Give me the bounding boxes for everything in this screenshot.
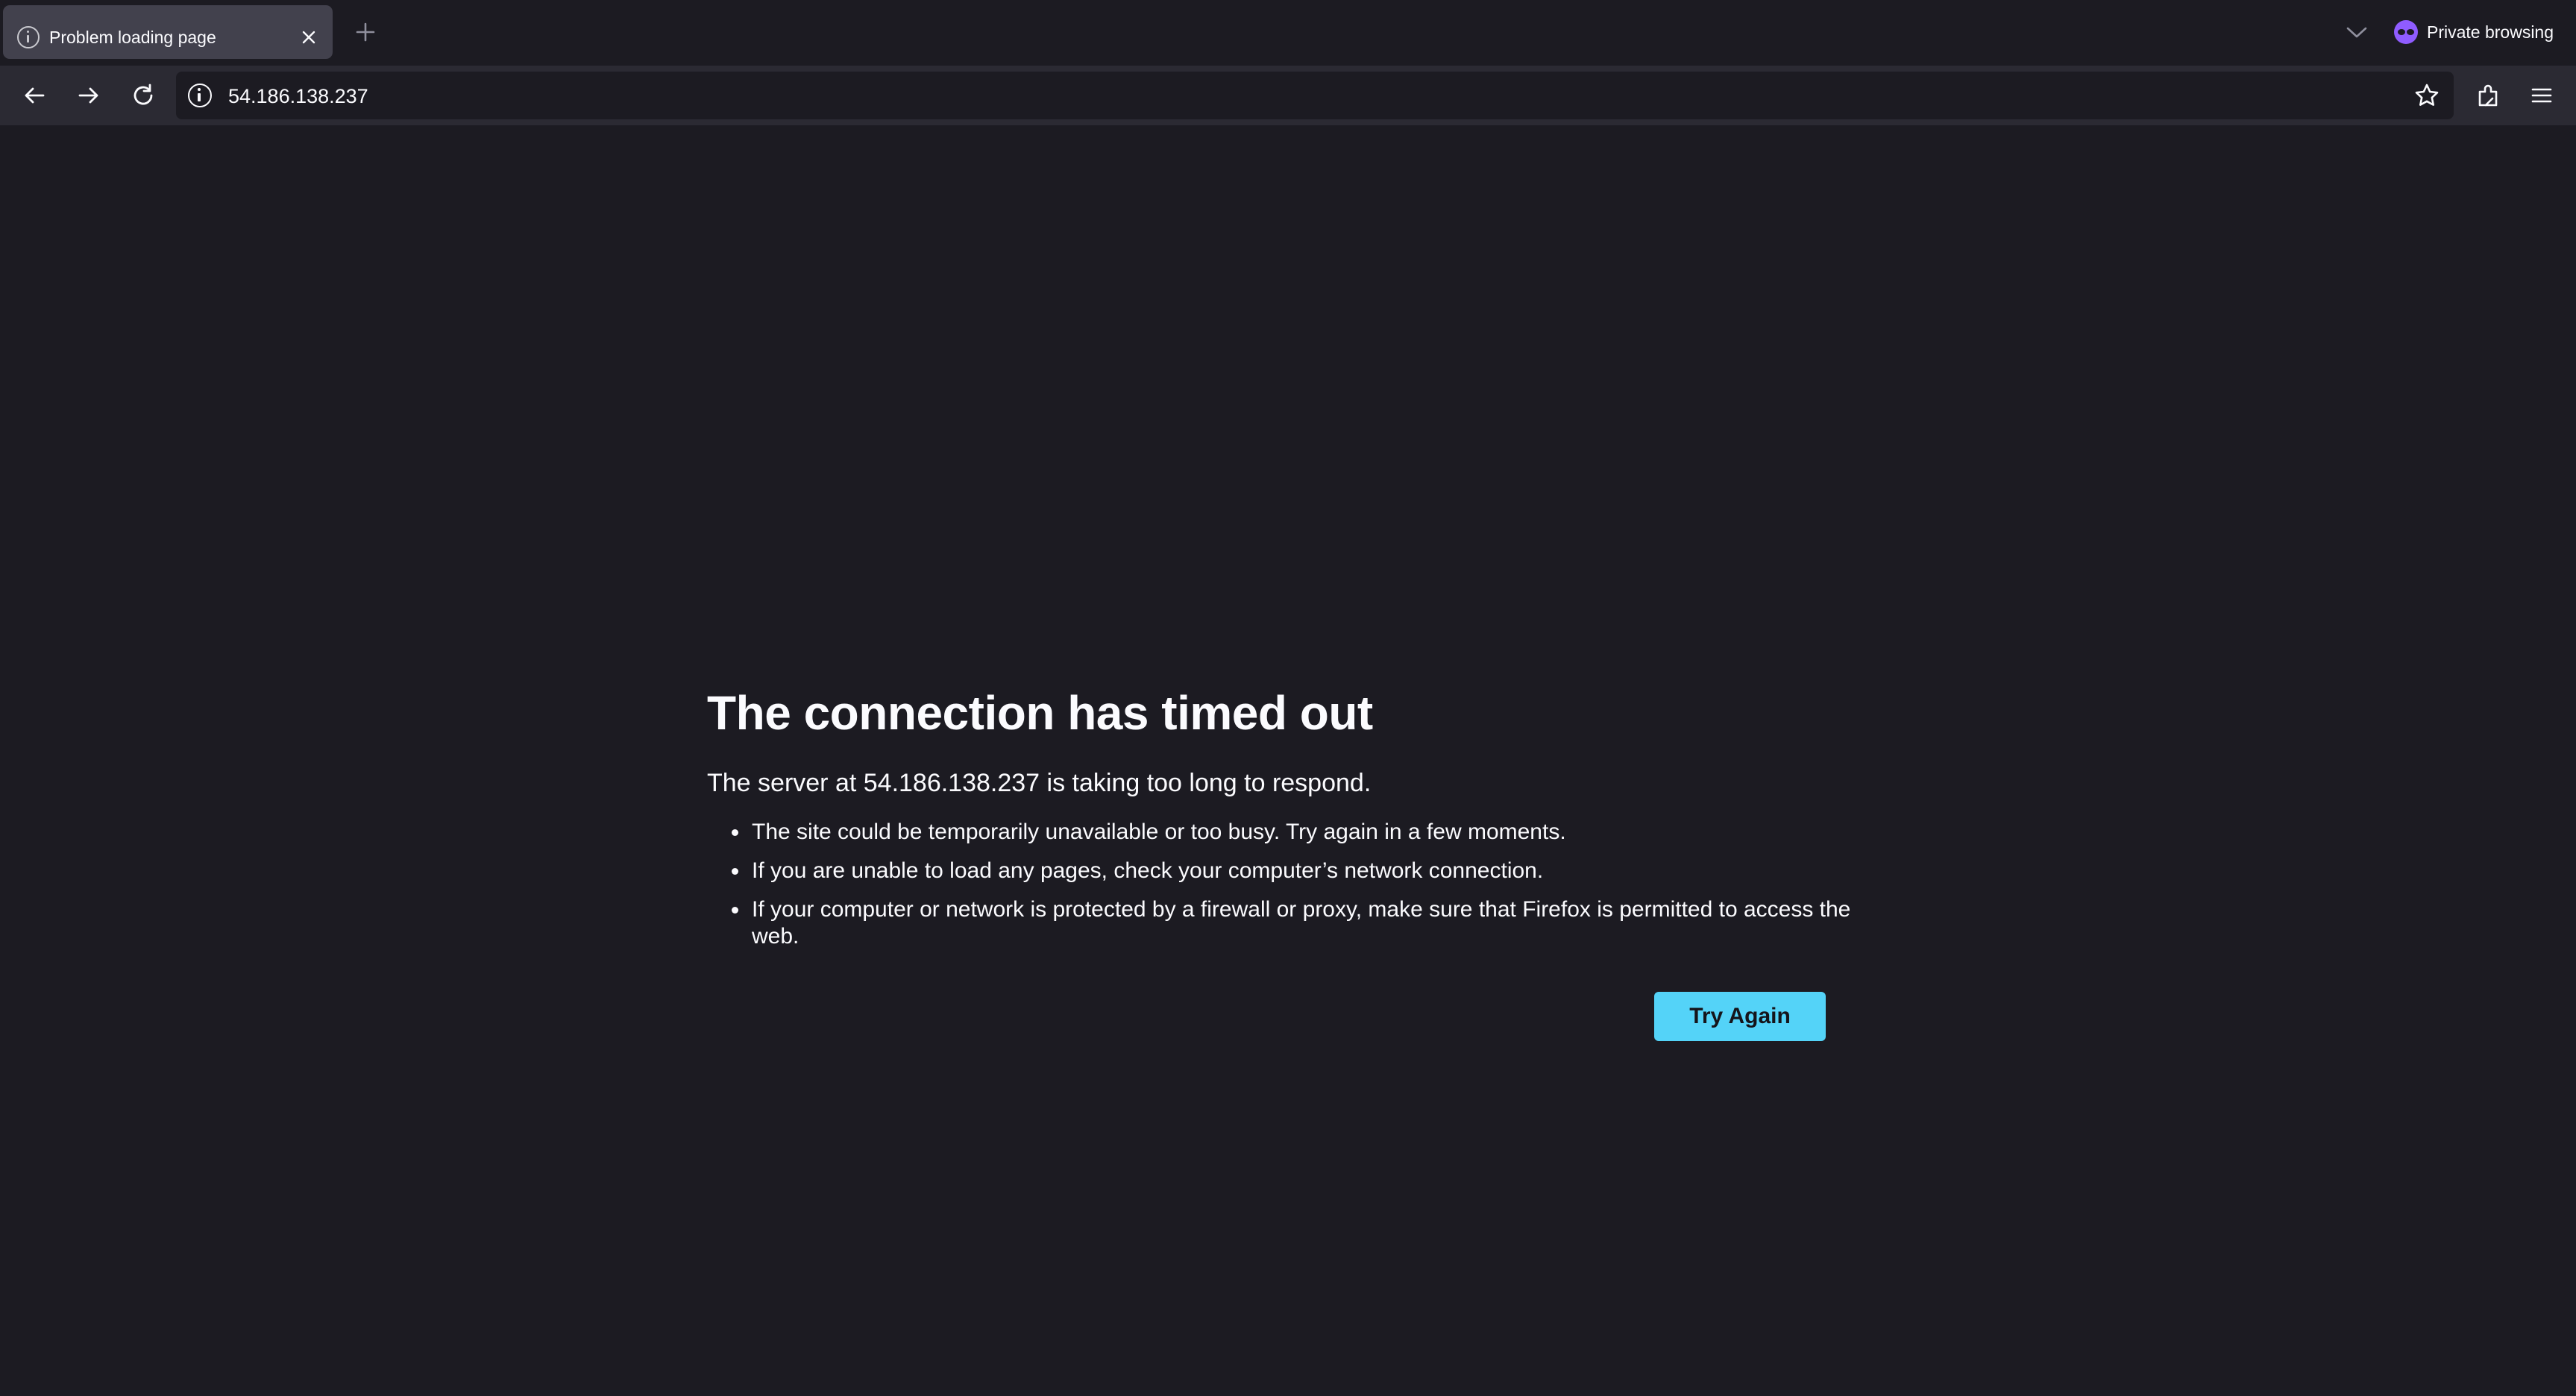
try-again-button[interactable]: Try Again [1654,992,1826,1041]
hamburger-menu-icon[interactable] [2528,82,2555,109]
private-browsing-mask-icon [2394,20,2418,44]
extensions-puzzle-icon[interactable] [2475,82,2501,109]
close-tab-icon[interactable] [299,28,318,47]
error-suggestions-list: The site could be temporarily unavailabl… [707,819,1865,950]
suggestion-item: The site could be temporarily unavailabl… [732,819,1865,846]
site-info-icon[interactable] [188,84,212,107]
private-browsing-indicator: Private browsing [2394,19,2554,45]
button-row: Try Again [707,992,1865,1041]
url-text[interactable]: 54.186.138.237 [228,85,368,108]
error-description: The server at 54.186.138.237 is taking t… [707,769,1372,797]
tab-strip: Problem loading page Private browsing [0,0,2576,66]
error-container: The connection has timed out The server … [707,685,1865,1041]
tab-problem-loading-page[interactable]: Problem loading page [3,5,333,59]
suggestion-item: If you are unable to load any pages, che… [732,858,1865,884]
reload-icon[interactable] [130,82,157,109]
suggestion-item: If your computer or network is protected… [732,896,1865,950]
private-browsing-label: Private browsing [2427,22,2554,42]
list-all-tabs-chevron-down-icon[interactable] [2344,22,2369,42]
address-bar[interactable]: 54.186.138.237 [176,72,2454,119]
error-title: The connection has timed out [707,686,1373,740]
forward-arrow-icon[interactable] [75,82,102,109]
back-arrow-icon[interactable] [21,82,48,109]
navigation-toolbar: 54.186.138.237 [0,66,2576,125]
info-icon [17,26,40,48]
page-content: The connection has timed out The server … [0,125,2576,1396]
new-tab-plus-icon[interactable] [354,20,377,44]
bookmark-star-icon[interactable] [2413,82,2440,109]
tab-title: Problem loading page [49,28,216,47]
